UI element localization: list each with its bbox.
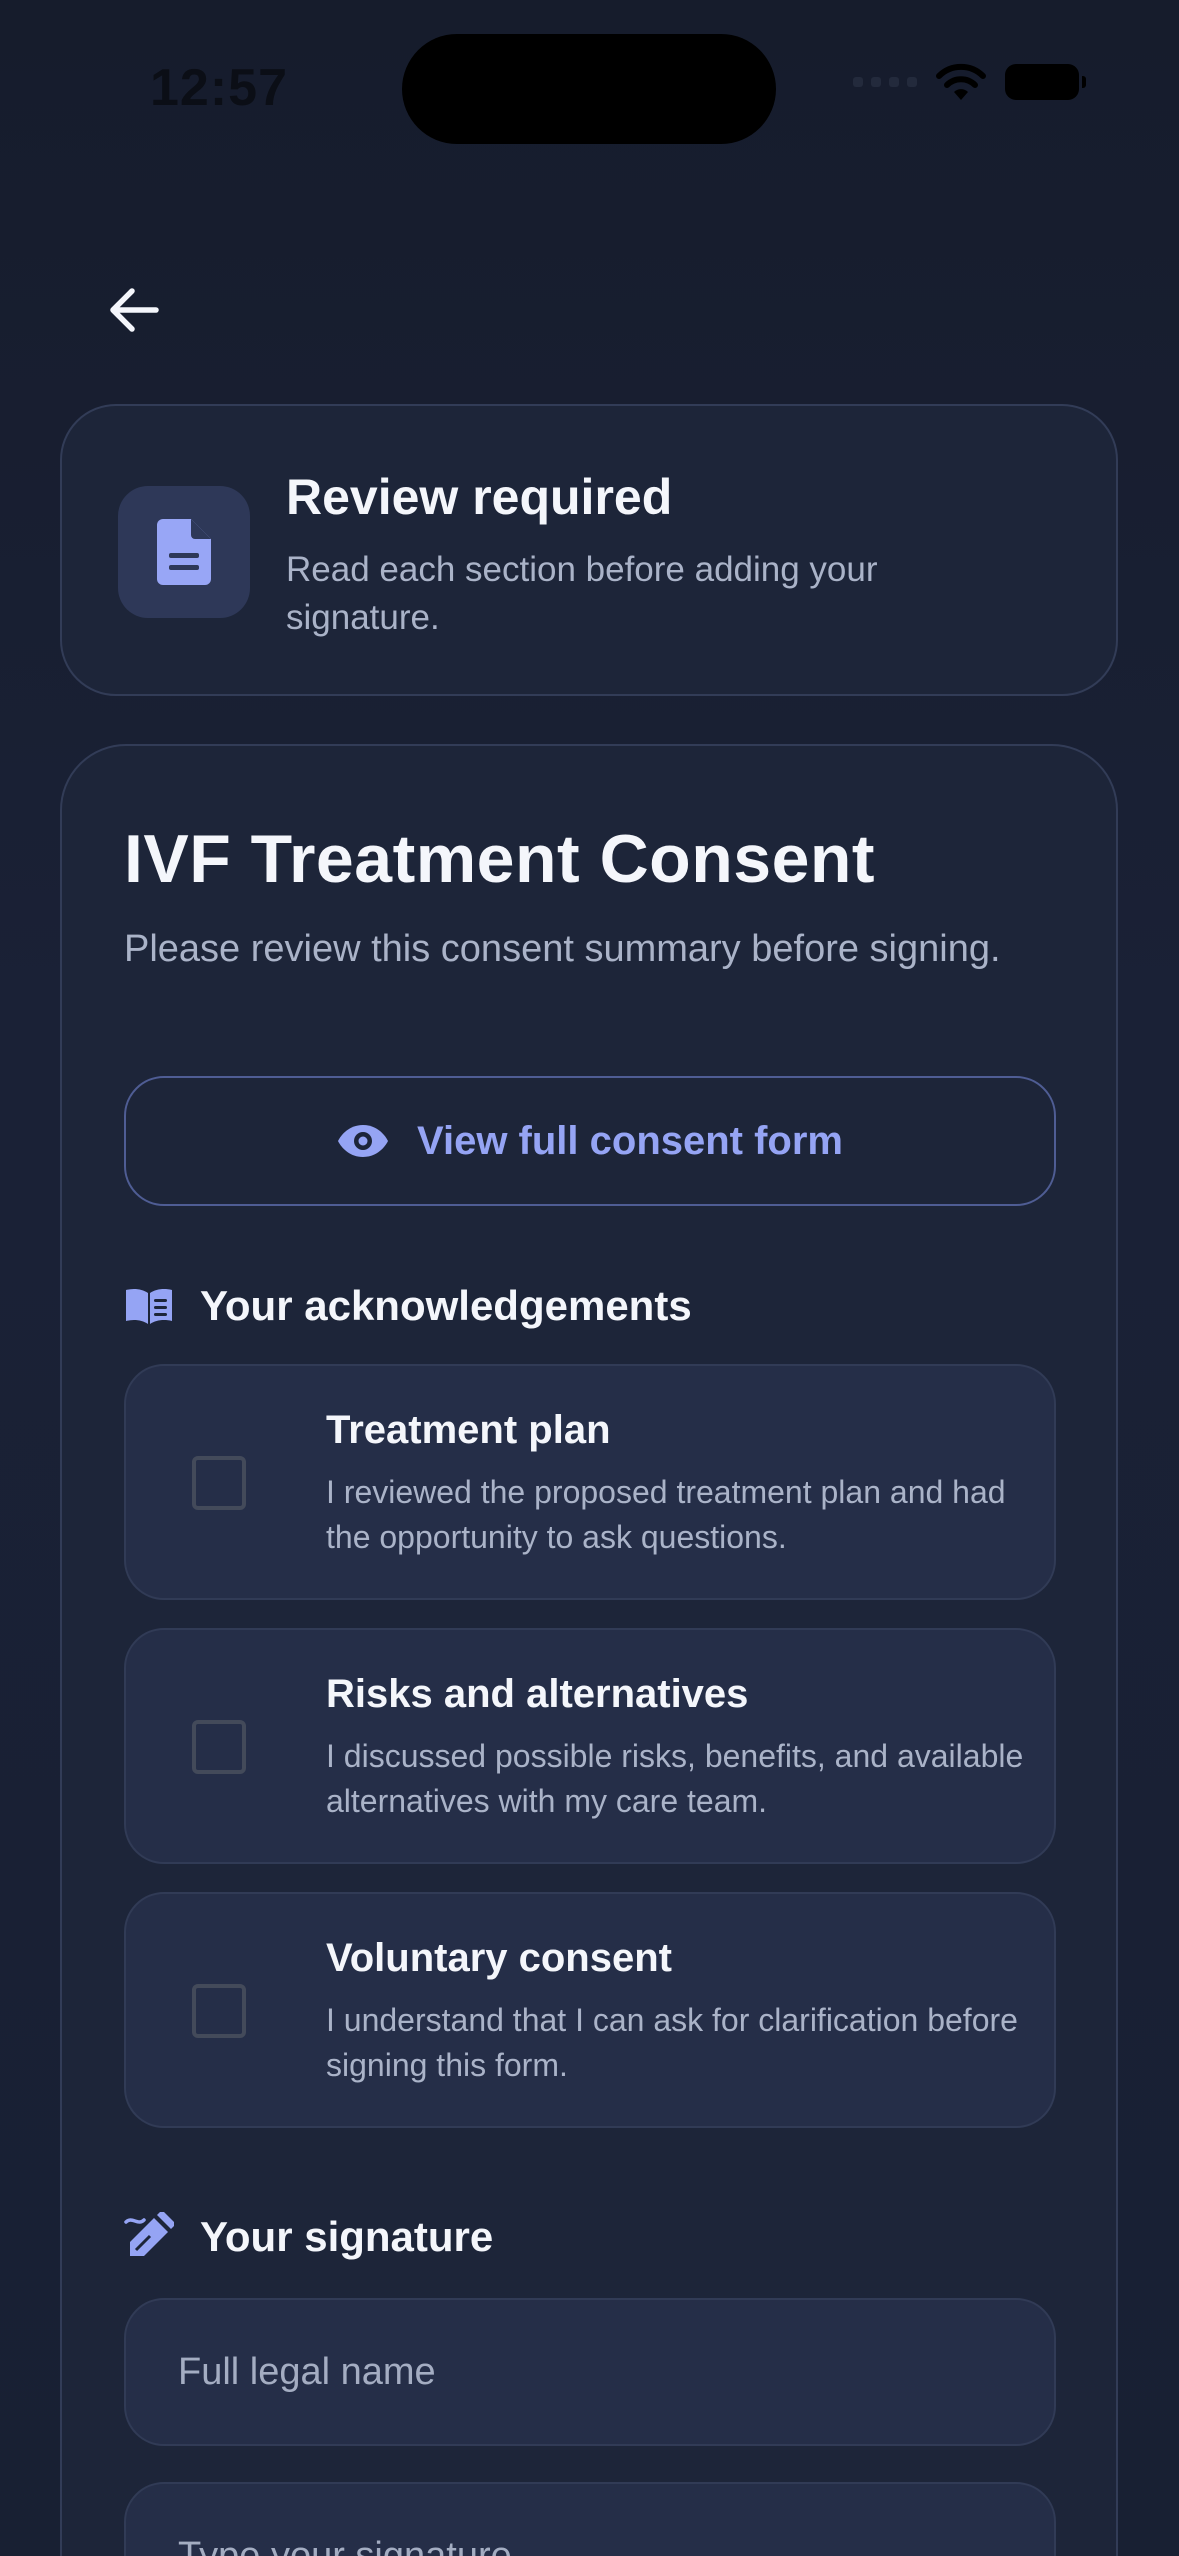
acknowledgement-text: I discussed possible risks, benefits, an… (326, 1738, 1024, 1819)
cellular-signal-icon (853, 77, 917, 87)
book-open-icon (126, 1289, 172, 1324)
acknowledgements-heading-label: Your acknowledgements (200, 1282, 692, 1329)
view-full-consent-button[interactable]: View full consent form (124, 1076, 1056, 1206)
signature-input[interactable] (124, 2482, 1056, 2556)
signature-heading-label: Your signature (200, 2213, 494, 2260)
acknowledgement-title: Risks and alternatives (326, 1672, 749, 1716)
page-subtitle: Please review this consent summary befor… (124, 928, 1001, 970)
treatment-plan-checkbox[interactable] (192, 1456, 246, 1510)
status-indicators (853, 62, 1086, 102)
view-full-consent-label: View full consent form (417, 1118, 843, 1163)
acknowledgement-text: I understand that I can ask for clarific… (326, 2002, 1018, 2083)
banner-title: Review required (286, 469, 673, 525)
acknowledgement-item-treatment-plan[interactable]: Treatment plan I reviewed the proposed t… (124, 1364, 1056, 1600)
voluntary-consent-checkbox[interactable] (192, 1984, 246, 2038)
acknowledgement-item-voluntary[interactable]: Voluntary consent I understand that I ca… (124, 1892, 1056, 2128)
banner-text: Read each section before adding your sig… (286, 550, 878, 637)
acknowledgement-title: Voluntary consent (326, 1936, 672, 1980)
arrow-left-icon (110, 288, 159, 332)
banner-icon-tile (118, 486, 250, 618)
consent-card: IVF Treatment Consent Please review this… (60, 744, 1118, 2556)
signature-heading: Your signature (124, 2212, 493, 2262)
full-legal-name-input[interactable] (124, 2298, 1056, 2446)
page-title: IVF Treatment Consent (124, 821, 876, 897)
consent-screen: 12:57 Review required Read each section … (0, 0, 1179, 2556)
acknowledgement-title: Treatment plan (326, 1408, 611, 1452)
risks-checkbox[interactable] (192, 1720, 246, 1774)
dynamic-island (402, 34, 776, 144)
document-icon (157, 519, 211, 585)
review-required-banner: Review required Read each section before… (60, 404, 1118, 696)
back-button[interactable] (96, 272, 172, 348)
acknowledgement-item-risks[interactable]: Risks and alternatives I discussed possi… (124, 1628, 1056, 1864)
battery-icon (1005, 64, 1086, 100)
acknowledgement-text: I reviewed the proposed treatment plan a… (326, 1474, 1006, 1555)
eye-icon (338, 1125, 388, 1157)
wifi-icon (936, 63, 986, 100)
status-time: 12:57 (150, 59, 288, 117)
acknowledgements-heading: Your acknowledgements (124, 1282, 692, 1330)
signature-pen-icon (124, 2212, 174, 2256)
